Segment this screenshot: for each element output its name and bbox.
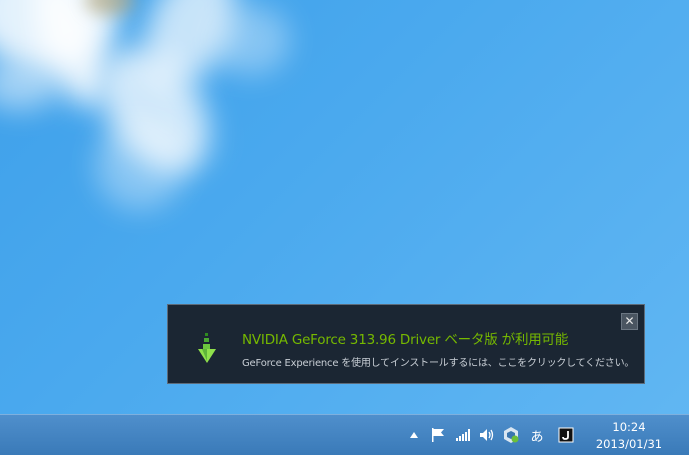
clock-time: 10:24 <box>612 420 646 434</box>
download-arrow-icon <box>194 331 220 365</box>
taskbar: あ 10:24 2013/01/31 <box>0 414 689 455</box>
notification-title: NVIDIA GeForce 313.96 Driver ベータ版 が利用可能 <box>242 332 569 348</box>
show-hidden-icons-arrow-icon[interactable] <box>404 423 424 447</box>
volume-icon[interactable] <box>477 423 497 447</box>
system-clock[interactable]: 10:24 2013/01/31 <box>590 419 668 453</box>
driver-notification-toast[interactable]: NVIDIA GeForce 313.96 Driver ベータ版 が利用可能 … <box>167 304 645 384</box>
action-center-flag-icon[interactable] <box>428 423 448 447</box>
notification-message: GeForce Experience を使用してインストールするには、ここをクリ… <box>242 358 635 369</box>
ime-mode-indicator[interactable]: あ <box>527 423 547 447</box>
app-tray-icon[interactable] <box>501 423 521 447</box>
clock-date: 2013/01/31 <box>595 437 663 451</box>
network-signal-icon[interactable] <box>453 423 473 447</box>
ime-tray-icon[interactable] <box>556 423 576 447</box>
close-icon[interactable]: ✕ <box>621 313 638 330</box>
